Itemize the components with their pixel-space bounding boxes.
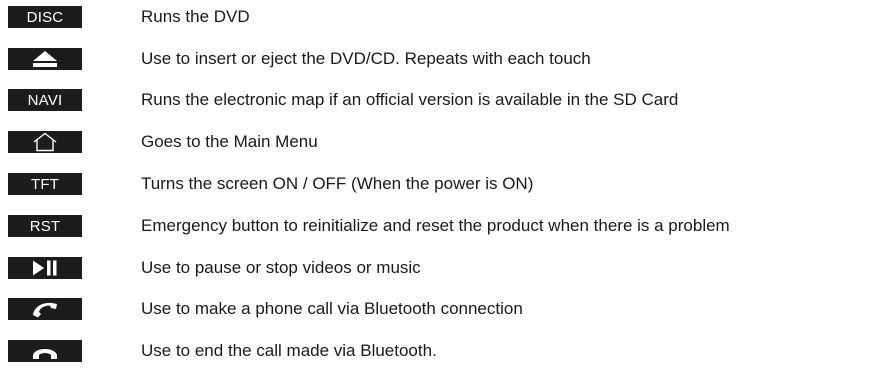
home-key (8, 131, 82, 153)
legend-row-rst: RST Emergency button to reinitialize and… (0, 214, 884, 238)
legend-row-phone-call: Use to make a phone call via Bluetooth c… (0, 297, 884, 321)
tft-key: TFT (8, 173, 82, 195)
eject-description: Use to insert or eject the DVD/CD. Repea… (141, 49, 591, 68)
phone-call-key (8, 298, 82, 320)
play-pause-icon (33, 260, 57, 276)
eject-icon (33, 51, 57, 67)
button-legend: DISC Runs the DVD Use to insert or eject… (0, 0, 884, 373)
legend-row-eject: Use to insert or eject the DVD/CD. Repea… (0, 47, 884, 71)
navi-key: NAVI (8, 89, 82, 111)
navi-description: Runs the electronic map if an official v… (141, 90, 679, 109)
phone-hangup-key (8, 340, 82, 362)
play-pause-description: Use to pause or stop videos or music (141, 258, 421, 277)
legend-row-tft: TFT Turns the screen ON / OFF (When the … (0, 172, 884, 196)
phone-hangup-icon (33, 349, 57, 359)
rst-key-label: RST (29, 217, 61, 235)
play-pause-key (8, 257, 82, 279)
phone-call-icon (33, 302, 57, 318)
legend-row-navi: NAVI Runs the electronic map if an offic… (0, 88, 884, 112)
legend-row-disc: DISC Runs the DVD (0, 5, 884, 29)
rst-description: Emergency button to reinitialize and res… (141, 216, 730, 235)
rst-key: RST (8, 215, 82, 237)
eject-key (8, 48, 82, 70)
tft-description: Turns the screen ON / OFF (When the powe… (141, 174, 534, 193)
disc-description: Runs the DVD (141, 7, 250, 26)
legend-row-home: Goes to the Main Menu (0, 130, 884, 154)
navi-key-label: NAVI (27, 91, 63, 109)
home-description: Goes to the Main Menu (141, 132, 318, 151)
disc-key-label: DISC (26, 8, 64, 26)
disc-key: DISC (8, 6, 82, 28)
legend-row-phone-hangup: Use to end the call made via Bluetooth. (0, 339, 884, 363)
home-icon (33, 132, 57, 152)
phone-call-description: Use to make a phone call via Bluetooth c… (141, 299, 523, 318)
phone-hangup-description: Use to end the call made via Bluetooth. (141, 341, 437, 360)
legend-row-play-pause: Use to pause or stop videos or music (0, 256, 884, 280)
tft-key-label: TFT (30, 175, 60, 193)
